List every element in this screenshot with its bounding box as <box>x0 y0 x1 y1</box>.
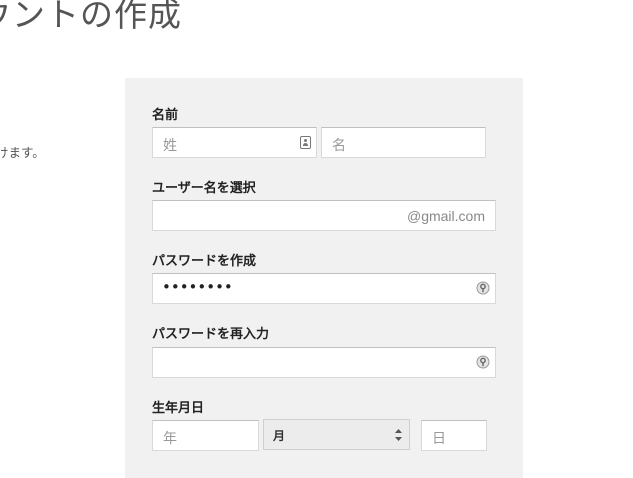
birth-month-value: 月 <box>273 429 286 443</box>
birth-year-input[interactable]: 年 <box>152 420 259 451</box>
last-name-input[interactable]: 姓 <box>152 127 317 158</box>
up-down-arrows-icon <box>395 429 402 441</box>
first-name-placeholder: 名 <box>332 138 346 154</box>
intro-text: けます。 <box>0 145 45 160</box>
birth-year-placeholder: 年 <box>163 431 177 447</box>
page-title: ウントの作成 <box>0 0 182 34</box>
birth-month-select[interactable]: 月 <box>263 419 410 450</box>
name-label: 名前 <box>152 108 179 123</box>
birth-day-input[interactable]: 日 <box>421 420 487 451</box>
username-label: ユーザー名を選択 <box>152 181 256 196</box>
key-icon[interactable] <box>476 281 490 295</box>
birthday-label: 生年月日 <box>152 401 205 416</box>
password-label: パスワードを作成 <box>152 254 257 269</box>
confirm-password-input[interactable] <box>152 347 496 378</box>
username-input[interactable]: @gmail.com <box>152 200 496 231</box>
gmail-suffix: @gmail.com <box>406 208 485 224</box>
password-value: •••••••• <box>162 278 233 296</box>
key-icon[interactable] <box>476 355 490 369</box>
first-name-input[interactable]: 名 <box>321 127 486 158</box>
last-name-placeholder: 姓 <box>163 138 177 154</box>
birth-day-placeholder: 日 <box>432 431 446 447</box>
confirm-password-label: パスワードを再入力 <box>152 327 270 342</box>
password-input[interactable]: •••••••• <box>152 273 496 304</box>
contact-card-icon[interactable] <box>300 136 311 149</box>
